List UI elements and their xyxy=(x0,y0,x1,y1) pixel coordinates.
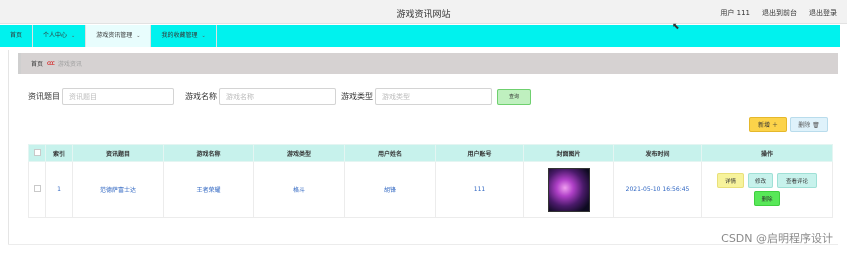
column-header: 资讯题目 xyxy=(72,144,164,162)
select-all-checkbox[interactable] xyxy=(33,148,41,156)
nav-item-label: 我的收藏管理 xyxy=(161,32,198,39)
detail-button[interactable]: 详情 xyxy=(717,173,744,188)
mouse-cursor-icon: ⬉ xyxy=(672,22,680,32)
breadcrumb: 首页 ccc 游戏资讯 xyxy=(31,59,82,68)
user-name-cell: 胡锋 xyxy=(344,161,436,218)
main-nav: 首页 个人中心 ⌄ 游戏资讯管理 ⌄ 我的收藏管理 ⌄ xyxy=(0,25,840,47)
user-bar: 用户 111 退出到前台 退出登录 xyxy=(720,8,837,18)
cover-image-cell xyxy=(523,161,614,218)
publish-time-cell: 2021-05-10 16:56:45 xyxy=(613,161,702,218)
index-cell: 1 xyxy=(45,161,73,218)
cover-image xyxy=(547,167,590,212)
type-search-label: 游戏类型 xyxy=(341,92,373,101)
name-search-label: 游戏名称 xyxy=(185,92,217,101)
nav-item-label: 个人中心 xyxy=(43,32,68,39)
breadcrumb-bar: 首页 ccc 游戏资讯 xyxy=(18,53,838,74)
column-header: 用户姓名 xyxy=(344,144,436,162)
batch-delete-button[interactable]: 删除 🗑 xyxy=(790,117,828,132)
back-to-front-link[interactable]: 退出到前台 xyxy=(762,8,797,18)
nav-item-home[interactable]: 首页 xyxy=(0,25,34,47)
nav-item-news-management[interactable]: 游戏资讯管理 ⌄ xyxy=(86,25,152,47)
game-type-cell: 格斗 xyxy=(253,161,345,218)
search-form: 资讯题目 游戏名称 游戏类型 查询 xyxy=(28,88,531,105)
row-operations: 详情 修改 查看评论 删除 xyxy=(708,173,826,206)
top-header: 游戏资讯网站 用户 111 退出到前台 退出登录 xyxy=(0,0,847,24)
add-button[interactable]: 新增 ＋ xyxy=(749,117,787,132)
column-header: 游戏类型 xyxy=(253,144,345,162)
chevron-down-icon: ⌄ xyxy=(136,33,141,39)
nav-item-favorites-management[interactable]: 我的收藏管理 ⌄ xyxy=(151,25,217,47)
game-name-cell: 王者荣耀 xyxy=(163,161,254,218)
view-comments-button[interactable]: 查看评论 xyxy=(777,173,817,188)
column-header: 游戏名称 xyxy=(163,144,254,162)
user-label: 用户 111 xyxy=(720,9,750,17)
column-header: 用户账号 xyxy=(435,144,524,162)
title-search-input[interactable] xyxy=(62,88,174,105)
type-search-input[interactable] xyxy=(375,88,492,105)
content-bottom-border xyxy=(8,244,838,245)
news-table: 索引 资讯题目 游戏名称 游戏类型 用户姓名 用户账号 封面图片 发布时间 操作… xyxy=(28,144,833,218)
search-button[interactable]: 查询 xyxy=(497,88,531,105)
column-header: 索引 xyxy=(45,144,73,162)
breadcrumb-separator: ccc xyxy=(47,60,55,67)
row-select-cell xyxy=(28,161,46,218)
nav-item-personal-center[interactable]: 个人中心 ⌄ xyxy=(33,25,87,47)
operations-cell: 详情 修改 查看评论 删除 xyxy=(701,161,833,218)
title-cell: 范德萨富士达 xyxy=(72,161,164,218)
delete-row-button[interactable]: 删除 xyxy=(754,191,780,206)
breadcrumb-current: 游戏资讯 xyxy=(57,61,82,68)
logout-link[interactable]: 退出登录 xyxy=(809,8,837,18)
edit-button[interactable]: 修改 xyxy=(748,173,773,188)
chevron-down-icon: ⌄ xyxy=(71,33,76,39)
column-header: 发布时间 xyxy=(613,144,702,162)
title-search-label: 资讯题目 xyxy=(28,92,60,101)
row-checkbox[interactable] xyxy=(33,185,41,192)
content-left-border xyxy=(8,50,9,245)
nav-item-label: 游戏资讯管理 xyxy=(96,32,133,39)
name-search-input[interactable] xyxy=(219,88,336,105)
table-header-row: 索引 资讯题目 游戏名称 游戏类型 用户姓名 用户账号 封面图片 发布时间 操作 xyxy=(28,144,833,162)
column-header: 操作 xyxy=(701,144,833,162)
select-all-header xyxy=(28,144,46,162)
chevron-down-icon: ⌄ xyxy=(201,33,206,39)
watermark: CSDN @启明程序设计 xyxy=(721,232,833,245)
breadcrumb-home[interactable]: 首页 xyxy=(31,59,43,68)
table-row: 1 范德萨富士达 王者荣耀 格斗 胡锋 111 2021-05-10 16:56… xyxy=(28,161,833,218)
user-account-cell: 111 xyxy=(435,161,524,218)
nav-item-label: 首页 xyxy=(10,32,23,39)
column-header: 封面图片 xyxy=(523,144,614,162)
